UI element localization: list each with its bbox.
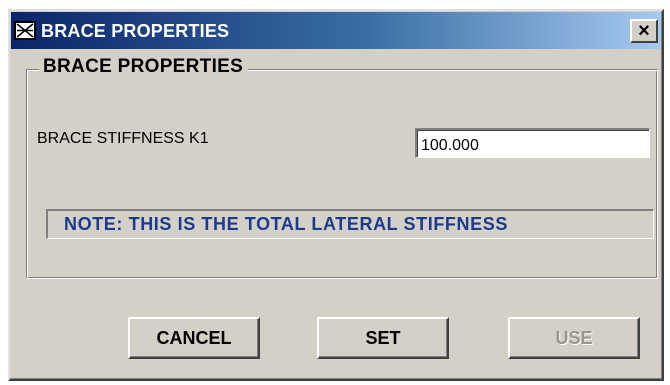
- grid-frame-icon: [14, 21, 36, 40]
- use-button[interactable]: USE: [508, 317, 640, 359]
- brace-properties-group: BRACE PROPERTIES: [26, 56, 658, 279]
- close-button[interactable]: ×: [630, 19, 658, 43]
- window-title: BRACE PROPERTIES: [41, 21, 230, 41]
- title-bar[interactable]: BRACE PROPERTIES ×: [11, 12, 661, 49]
- cancel-button[interactable]: CANCEL: [128, 317, 260, 359]
- group-legend: BRACE PROPERTIES: [39, 56, 249, 78]
- brace-stiffness-input[interactable]: [415, 128, 650, 158]
- dialog-window: BRACE PROPERTIES × BRACE PROPERTIES BRAC…: [8, 9, 664, 381]
- note-panel: NOTE: THIS IS THE TOTAL LATERAL STIFFNES…: [46, 209, 654, 239]
- note-text: NOTE: THIS IS THE TOTAL LATERAL STIFFNES…: [64, 214, 508, 234]
- brace-stiffness-label: BRACE STIFFNESS K1: [37, 130, 209, 147]
- set-button[interactable]: SET: [317, 317, 449, 359]
